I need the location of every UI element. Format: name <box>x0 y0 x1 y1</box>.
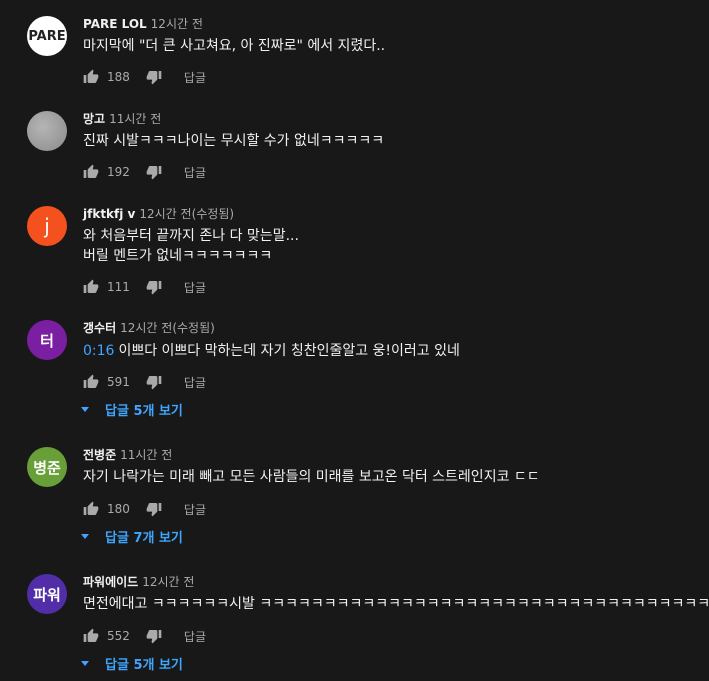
comment-author[interactable]: 전병준 <box>83 448 116 462</box>
reply-button[interactable]: 답글 <box>184 69 206 86</box>
like-count: 552 <box>107 629 130 643</box>
reply-button[interactable]: 답글 <box>184 164 206 181</box>
comment-time[interactable]: 11시간 전 <box>120 448 172 462</box>
view-replies-button[interactable]: 답글 5개 보기 <box>81 399 183 419</box>
timestamp-link[interactable]: 0:16 <box>83 343 114 359</box>
comment-author[interactable]: 갱수터 <box>83 321 116 335</box>
thumbs-up-icon[interactable] <box>83 279 99 295</box>
like-count: 111 <box>107 280 130 294</box>
comment-line: 마지막에 "더 큰 사고쳐요, 아 진짜로" 에서 지렸다.. <box>83 38 386 54</box>
comment-line: 이쁘다 이쁘다 막하는데 자기 칭찬인줄알고 웅!이러고 있네 <box>118 343 460 359</box>
comment-time[interactable]: 11시간 전 <box>109 112 161 126</box>
comment-text: 자기 나락가는 미래 빼고 모든 사람들의 미래를 보고온 닥터 스트레인지코 … <box>83 467 709 487</box>
comment-author[interactable]: 망고 <box>83 112 105 126</box>
reply-button[interactable]: 답글 <box>184 501 206 518</box>
comment-time[interactable]: 12시간 전 <box>151 17 203 31</box>
thumbs-down-icon[interactable] <box>146 164 162 180</box>
avatar[interactable]: 병준 <box>27 447 67 487</box>
view-replies-button[interactable]: 답글 5개 보기 <box>81 653 183 673</box>
thumbs-down-icon[interactable] <box>146 628 162 644</box>
thumbs-down-icon[interactable] <box>146 501 162 517</box>
comment-line: 면전에대고 ㅋㅋㅋㅋㅋㅋ시발 ㅋㅋㅋㅋㅋㅋㅋㅋㅋㅋㅋㅋㅋㅋㅋㅋㅋㅋㅋㅋㅋㅋㅋㅋㅋ… <box>83 596 709 612</box>
reply-button[interactable]: 답글 <box>184 628 206 645</box>
avatar[interactable]: j <box>27 206 67 246</box>
avatar[interactable] <box>27 111 67 151</box>
comment-text: 마지막에 "더 큰 사고쳐요, 아 진짜로" 에서 지렸다.. <box>83 36 709 56</box>
comment-time[interactable]: 12시간 전(수정됨) <box>120 321 215 335</box>
comment-time[interactable]: 12시간 전(수정됨) <box>139 207 234 221</box>
thumbs-down-icon[interactable] <box>146 279 162 295</box>
like-count: 188 <box>107 70 130 84</box>
caret-down-icon <box>81 660 89 666</box>
view-replies-label: 답글 5개 보기 <box>105 403 183 419</box>
comment-line: 자기 나락가는 미래 빼고 모든 사람들의 미래를 보고온 닥터 스트레인지코 … <box>83 469 540 485</box>
thumbs-up-icon[interactable] <box>83 164 99 180</box>
caret-down-icon <box>81 533 89 539</box>
comment-line: 버릴 멘트가 없네ㅋㅋㅋㅋㅋㅋㅋ <box>83 248 273 264</box>
avatar[interactable]: 파워 <box>27 574 67 614</box>
comment-author[interactable]: 파워에이드 <box>83 575 138 589</box>
thumbs-down-icon[interactable] <box>146 374 162 390</box>
avatar[interactable]: PARE <box>27 16 67 56</box>
reply-button[interactable]: 답글 <box>184 279 206 296</box>
comment-line: 진짜 시발ㅋㅋㅋ나이는 무시할 수가 없네ㅋㅋㅋㅋㅋ <box>83 133 385 149</box>
like-count: 591 <box>107 375 130 389</box>
comment-text: 진짜 시발ㅋㅋㅋ나이는 무시할 수가 없네ㅋㅋㅋㅋㅋ <box>83 131 709 151</box>
thumbs-down-icon[interactable] <box>146 69 162 85</box>
comment-time[interactable]: 12시간 전 <box>142 575 194 589</box>
view-replies-label: 답글 5개 보기 <box>105 657 183 673</box>
comment-text: 와 처음부터 끝까지 존나 다 맞는말... <box>83 226 709 246</box>
thumbs-up-icon[interactable] <box>83 628 99 644</box>
avatar[interactable]: 터 <box>27 320 67 360</box>
thumbs-up-icon[interactable] <box>83 501 99 517</box>
comment-text-line2: 버릴 멘트가 없네ㅋㅋㅋㅋㅋㅋㅋ <box>83 246 709 266</box>
view-replies-label: 답글 7개 보기 <box>105 530 183 546</box>
comment-author[interactable]: jfktkfj v <box>83 207 135 221</box>
view-replies-button[interactable]: 답글 7개 보기 <box>81 526 183 546</box>
thumbs-up-icon[interactable] <box>83 374 99 390</box>
like-count: 180 <box>107 502 130 516</box>
comment-author[interactable]: PARE LOL <box>83 17 147 31</box>
reply-button[interactable]: 답글 <box>184 374 206 391</box>
caret-down-icon <box>81 406 89 412</box>
like-count: 192 <box>107 165 130 179</box>
comment-text: 면전에대고 ㅋㅋㅋㅋㅋㅋ시발 ㅋㅋㅋㅋㅋㅋㅋㅋㅋㅋㅋㅋㅋㅋㅋㅋㅋㅋㅋㅋㅋㅋㅋㅋㅋ… <box>83 594 709 614</box>
comment-line: 와 처음부터 끝까지 존나 다 맞는말... <box>83 228 299 244</box>
comment-text: 0:16 이쁘다 이쁘다 막하는데 자기 칭찬인줄알고 웅!이러고 있네 <box>83 341 709 361</box>
thumbs-up-icon[interactable] <box>83 69 99 85</box>
